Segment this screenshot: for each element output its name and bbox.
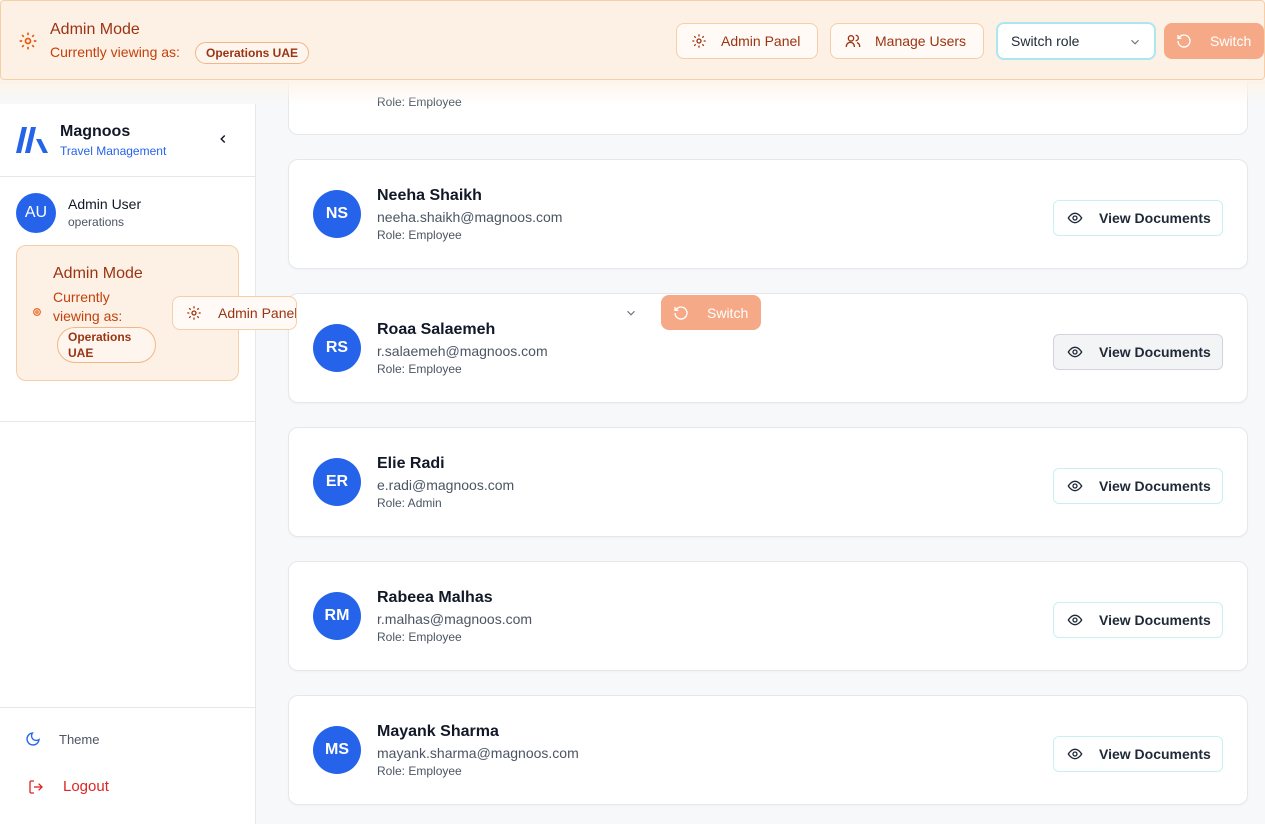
avatar: NS	[313, 190, 361, 238]
gear-icon	[692, 34, 706, 48]
eye-icon	[1067, 748, 1083, 760]
user-role: Role: Employee	[377, 764, 462, 778]
banner-fade	[0, 80, 1265, 104]
user-role: operations	[68, 215, 125, 229]
view-documents-label: View Documents	[1099, 344, 1211, 360]
logout-icon	[29, 779, 43, 794]
view-documents-button[interactable]: View Documents	[1053, 200, 1223, 236]
divider	[0, 707, 255, 708]
user-card: NS Neeha Shaikh neeha.shaikh@magnoos.com…	[288, 159, 1248, 269]
refresh-icon	[674, 305, 688, 320]
logout-label: Logout	[63, 778, 109, 795]
brand-tagline: Travel Management	[60, 144, 167, 158]
user-card: RS Roaa Salaemeh r.salaemeh@magnoos.com …	[288, 293, 1248, 403]
avatar: RM	[313, 592, 361, 640]
user-email: mayank.sharma@magnoos.com	[377, 745, 579, 761]
avatar: RS	[313, 324, 361, 372]
manage-users-label: Manage Users	[875, 33, 967, 49]
user-name: Roaa Salaemeh	[377, 321, 496, 338]
view-documents-label: View Documents	[1099, 478, 1211, 494]
view-documents-button[interactable]: View Documents	[1053, 736, 1223, 772]
switch-label: Switch	[1210, 33, 1252, 49]
admin-panel-label: Admin Panel	[218, 305, 297, 321]
chevron-down-icon[interactable]	[624, 306, 638, 320]
avatar: ER	[313, 458, 361, 506]
chevron-left-icon[interactable]	[216, 132, 230, 146]
sidebar: Magnoos Travel Management AU Admin User …	[0, 104, 297, 824]
gear-icon	[19, 32, 37, 50]
view-documents-button[interactable]: View Documents	[1053, 334, 1223, 370]
switch-role-select[interactable]: Switch role	[996, 22, 1156, 60]
logout-button[interactable]: Logout	[28, 778, 109, 795]
divider	[0, 421, 255, 422]
admin-mode-title: Admin Mode	[53, 265, 143, 282]
switch-button-overlay[interactable]: Switch	[661, 295, 761, 330]
chevron-down-icon	[1131, 39, 1139, 45]
user-role: Role: Employee	[377, 630, 462, 644]
user-email: r.malhas@magnoos.com	[377, 611, 533, 627]
viewing-as-label: Currently viewing as:	[53, 289, 123, 324]
admin-panel-button[interactable]: Admin Panel	[172, 296, 297, 330]
refresh-icon	[1177, 34, 1191, 48]
avatar: MS	[313, 726, 361, 774]
view-documents-label: View Documents	[1099, 612, 1211, 628]
moon-icon	[26, 732, 40, 746]
user-email: r.salaemeh@magnoos.com	[377, 343, 548, 359]
eye-icon	[1067, 480, 1083, 492]
view-documents-label: View Documents	[1099, 746, 1211, 762]
user-card: MS Mayank Sharma mayank.sharma@magnoos.c…	[288, 695, 1248, 805]
user-name: Elie Radi	[377, 455, 445, 472]
user-name: Mayank Sharma	[377, 723, 499, 740]
switch-role-value: Switch role	[1011, 33, 1080, 49]
eye-icon	[1067, 614, 1083, 626]
admin-mode-title: Admin Mode	[50, 21, 140, 38]
gear-icon	[33, 308, 41, 316]
avatar[interactable]: AU	[16, 193, 56, 233]
switch-button[interactable]: Switch	[1164, 23, 1264, 59]
magnoos-logo	[16, 127, 48, 153]
view-documents-label: View Documents	[1099, 210, 1211, 226]
user-card: ER Elie Radi e.radi@magnoos.com Role: Ad…	[288, 427, 1248, 537]
admin-panel-label: Admin Panel	[721, 33, 801, 49]
user-email: neeha.shaikh@magnoos.com	[377, 209, 563, 225]
role-badge: Operations UAE	[195, 42, 310, 64]
role-badge: Operations UAE	[57, 327, 156, 363]
viewing-as-label: Currently viewing as:	[50, 44, 180, 60]
theme-toggle[interactable]: Theme	[25, 731, 99, 747]
user-email: e.radi@magnoos.com	[377, 477, 515, 493]
eye-icon	[1067, 346, 1083, 358]
admin-panel-button[interactable]: Admin Panel	[676, 23, 818, 59]
theme-label: Theme	[59, 731, 100, 747]
users-icon	[845, 34, 861, 47]
gear-icon	[187, 306, 201, 320]
admin-mode-banner: Admin Mode Currently viewing as: Operati…	[0, 0, 1265, 80]
user-name: Neeha Shaikh	[377, 187, 482, 204]
user-name: Rabeea Malhas	[377, 589, 493, 606]
user-role: Role: Employee	[377, 362, 462, 376]
switch-label: Switch	[707, 304, 749, 321]
brand-name: Magnoos	[60, 123, 131, 140]
manage-users-button[interactable]: Manage Users	[830, 23, 984, 59]
user-role: Role: Admin	[377, 496, 442, 510]
user-name: Admin User	[68, 196, 142, 212]
view-documents-button[interactable]: View Documents	[1053, 602, 1223, 638]
divider	[0, 176, 255, 177]
user-card: RM Rabeea Malhas r.malhas@magnoos.com Ro…	[288, 561, 1248, 671]
view-documents-button[interactable]: View Documents	[1053, 468, 1223, 504]
user-role: Role: Employee	[377, 228, 462, 242]
eye-icon	[1067, 212, 1083, 224]
